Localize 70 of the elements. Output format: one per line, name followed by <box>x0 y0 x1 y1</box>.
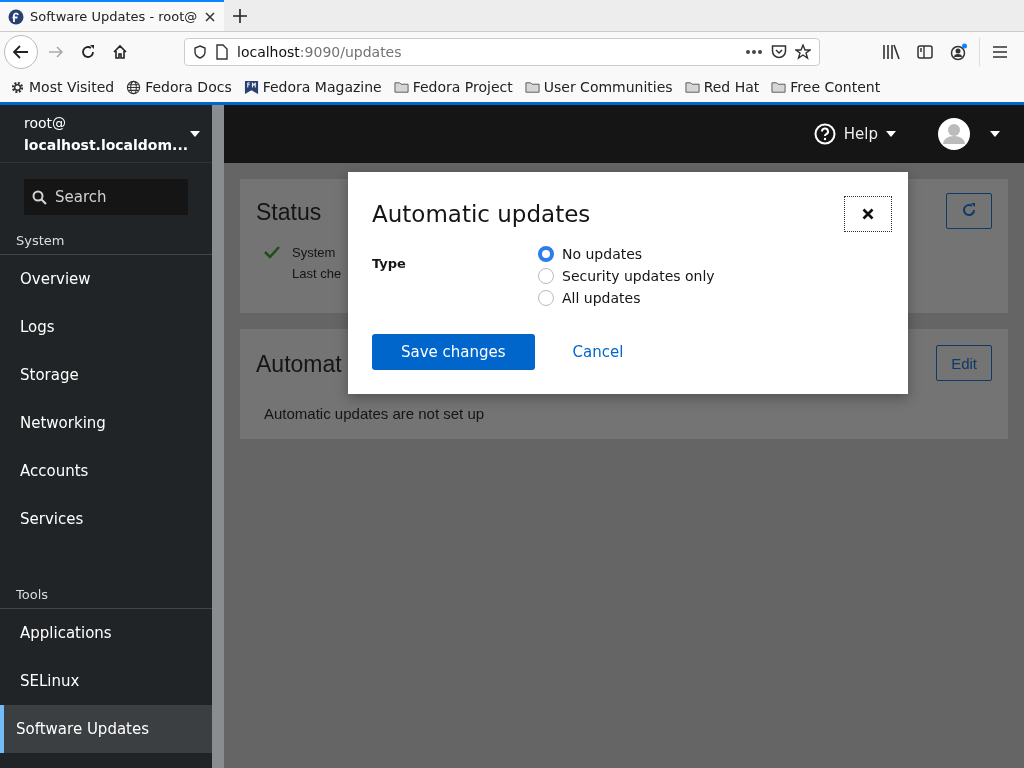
plus-icon[interactable] <box>232 7 248 24</box>
close-button[interactable] <box>844 196 892 232</box>
menu-icon[interactable] <box>993 46 1007 58</box>
close-icon[interactable] <box>204 10 216 23</box>
dialog-title: Automatic updates <box>372 201 591 227</box>
status-detail: Last che <box>292 266 342 281</box>
account-icon[interactable] <box>950 43 968 61</box>
search-field[interactable]: Search <box>24 179 188 215</box>
caret-icon <box>886 131 896 137</box>
help-icon <box>813 123 836 145</box>
nav-item[interactable]: Applications <box>0 609 212 657</box>
pocket-icon[interactable] <box>771 44 787 60</box>
page-icon <box>215 44 229 60</box>
fedora-icon <box>8 8 24 25</box>
bookmark[interactable]: Red Hat <box>684 79 760 95</box>
caret-icon <box>190 130 200 137</box>
section-heading: System <box>16 233 65 248</box>
save-button[interactable]: Save changes <box>372 334 535 370</box>
bookmark[interactable]: Free Content <box>771 79 881 95</box>
check-icon <box>264 245 280 259</box>
magazine-icon <box>243 79 259 95</box>
section-heading: Tools <box>16 587 49 602</box>
search-icon <box>32 189 47 205</box>
more-icon[interactable] <box>745 49 763 55</box>
avatar-icon <box>938 118 970 150</box>
caret-icon <box>990 131 1000 137</box>
bookmark[interactable]: User Communities <box>524 79 673 95</box>
status-text: System <box>292 245 337 260</box>
folder-icon <box>771 79 787 95</box>
star-icon[interactable] <box>795 44 811 60</box>
card-title: Automat <box>256 351 342 378</box>
bookmark[interactable]: Fedora Project <box>393 79 513 95</box>
nav-item[interactable]: Services <box>0 495 212 543</box>
nav-item[interactable]: SELinux <box>0 657 212 705</box>
nav-item[interactable]: Networking <box>0 399 212 447</box>
folder-icon <box>524 79 540 95</box>
bookmark[interactable]: Most Visited <box>10 79 115 95</box>
scrollbar[interactable] <box>212 105 224 768</box>
reload-icon[interactable] <box>80 44 96 60</box>
close-icon <box>862 208 874 220</box>
address-bar[interactable]: localhost:9090/updates <box>184 38 820 66</box>
nav-item[interactable]: Logs <box>0 303 212 351</box>
cancel-button[interactable]: Cancel <box>566 342 630 362</box>
radio-option[interactable]: Security updates only <box>538 268 884 284</box>
gear-icon <box>10 79 25 95</box>
browser-tab[interactable]: Software Updates - root@ <box>0 0 224 31</box>
refresh-button[interactable] <box>946 193 992 229</box>
field-label: Type <box>372 255 407 273</box>
shield-icon <box>193 45 207 59</box>
nav-item[interactable]: Storage <box>0 351 212 399</box>
card-title: Status <box>256 199 322 226</box>
back-icon <box>12 43 30 61</box>
home-icon[interactable] <box>112 44 128 60</box>
radio-option[interactable]: All updates <box>538 290 884 306</box>
bookmark[interactable]: Fedora Docs <box>126 79 232 95</box>
nav-item[interactable]: Overview <box>0 255 212 303</box>
nav-item[interactable]: Software Updates <box>0 705 212 753</box>
folder-icon <box>393 79 409 95</box>
status-text: Automatic updates are not set up <box>264 405 486 422</box>
library-icon[interactable] <box>882 44 900 60</box>
globe-icon <box>126 79 142 95</box>
url-text: localhost:9090/updates <box>237 44 402 60</box>
back-button[interactable] <box>4 35 38 69</box>
bookmark[interactable]: Fedora Magazine <box>243 79 382 95</box>
refresh-icon <box>961 201 977 218</box>
nav-item[interactable]: Accounts <box>0 447 212 495</box>
radio-option[interactable]: No updates <box>538 246 884 262</box>
help-menu[interactable]: Help <box>807 122 902 146</box>
folder-icon <box>684 79 700 95</box>
sidebar-icon[interactable] <box>917 45 933 59</box>
